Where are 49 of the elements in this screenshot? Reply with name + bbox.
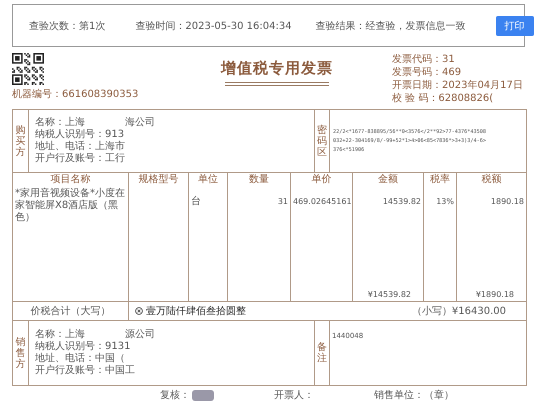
section-label: 购买方 — [16, 124, 26, 158]
buyer-info-text: 纳税人识别号：913 — [35, 129, 124, 140]
buyer-info-text: 地址、电话：上海市 — [35, 141, 125, 152]
buyer-info-text: 海公司 — [125, 117, 155, 129]
machine-number: 机器编号：661608390353 — [12, 88, 140, 101]
table-cell: *家用音视频设备*小度在家智能屏X8酒店版（黑色） — [15, 188, 126, 224]
table-cell-text: 台 — [191, 196, 202, 208]
column-header: 单位 — [197, 173, 219, 186]
buyer-info-text: 名称：上海 — [35, 117, 85, 128]
amount-in-figures: （小写）¥16430.00 — [412, 304, 506, 318]
section-label: 备注 — [317, 342, 327, 364]
seller-info-text: 名称：上海 — [35, 329, 85, 340]
signature-label: 复核： — [160, 388, 190, 402]
table-cell-text: 31 — [276, 196, 288, 208]
table-cell-text: 14539.82 — [382, 196, 421, 208]
circle-cross-icon — [135, 307, 143, 315]
invoice-meta-text: 发票号码：469 — [392, 66, 462, 79]
signature-label: 销售单位：（章） — [374, 388, 454, 402]
column-header: 项目名称 — [50, 173, 92, 186]
grand-total-label: 价税合计（大写） — [30, 304, 110, 318]
seller-info-text: 地址、电话：中国（ — [35, 353, 125, 364]
total-amount: ¥14539.82 — [366, 290, 412, 299]
table-cell-text: 1890.18 — [490, 196, 524, 208]
invoice-meta-text: 发票代码：31 — [392, 53, 456, 66]
print-button[interactable]: 打印 — [496, 16, 534, 36]
invoice-meta-text: 开票日期：2023年04月17日 — [392, 79, 524, 92]
check-result: 查验结果：经查验，发票信息一致 — [316, 20, 466, 32]
column-header: 税额 — [480, 173, 502, 186]
check-count: 查验次数：第1次 — [29, 20, 106, 32]
column-header: 税率 — [429, 173, 451, 186]
table-cell-text: 13% — [435, 196, 454, 208]
column-header: 规格型号 — [138, 173, 180, 186]
qr-code-icon — [12, 53, 44, 85]
section-label: 密码区 — [317, 124, 327, 158]
buyer-info-text: 开户行及账号：工行 — [35, 153, 125, 165]
signature-label: 开票人： — [274, 389, 314, 402]
seller-info-text: 开户行及账号：中国工 — [35, 365, 135, 377]
column-header: 单价 — [310, 173, 332, 186]
seller-info-text: 纳税人识别号：9131 — [35, 341, 130, 352]
section-label: 销售方 — [16, 336, 26, 370]
invoice-title: 增值税专用发票 — [221, 59, 333, 78]
check-time: 查验时间：2023-05-30 16:04:34 — [135, 20, 292, 32]
total-tax: ¥1890.18 — [474, 290, 515, 299]
amount-in-words: 壹万陆仟肆佰叁拾圆整 — [146, 304, 246, 318]
seller-info-text: 源公司 — [125, 329, 155, 341]
column-header: 金额 — [377, 173, 399, 186]
column-header: 数量 — [248, 173, 270, 186]
invoice-meta-text: 校 验 码：62808826( — [392, 92, 494, 105]
table-cell: 469.02645161 — [293, 196, 350, 208]
